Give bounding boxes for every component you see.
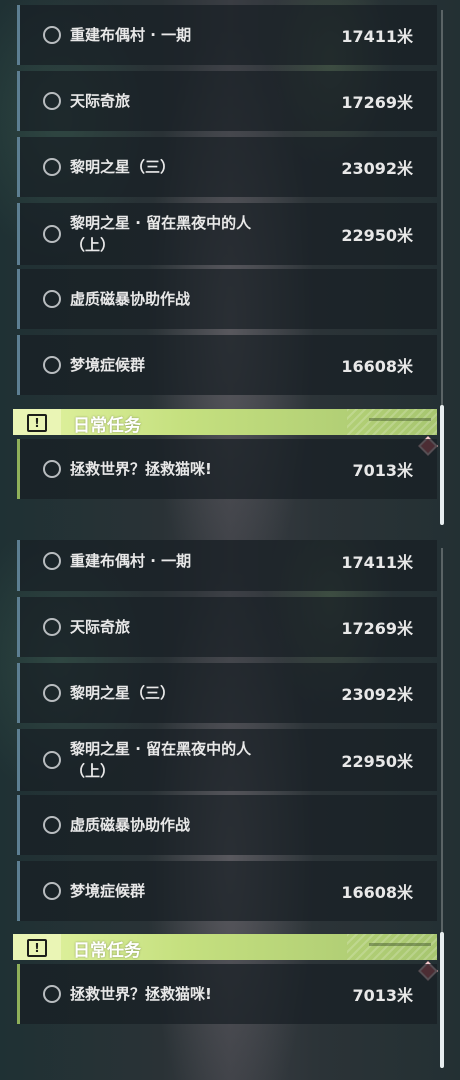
quest-distance: 17411米 (341, 553, 413, 572)
quest-list-panel: 重建布偶村 · 一期 17411米 天际奇旅 17269米 黎明之星（三） 23… (0, 540, 460, 1080)
quest-item[interactable]: 重建布偶村 · 一期 17411米 (17, 5, 437, 65)
radio-circle-icon[interactable] (43, 290, 61, 308)
quest-distance: 16608米 (341, 883, 413, 902)
quest-item[interactable]: 天际奇旅 17269米 (17, 597, 437, 657)
radio-circle-icon[interactable] (43, 356, 61, 374)
radio-circle-icon[interactable] (43, 985, 61, 1003)
quest-distance: 7013米 (352, 461, 413, 480)
scrollbar-thumb[interactable] (440, 932, 444, 1068)
header-stripe-decoration (347, 409, 437, 435)
header-fine-print-decoration (369, 943, 431, 946)
radio-circle-icon[interactable] (43, 460, 61, 478)
quest-item[interactable]: 重建布偶村 · 一期 17411米 (17, 540, 437, 591)
section-title: 日常任务 (73, 941, 141, 961)
quest-distance: 17411米 (341, 27, 413, 46)
daily-quest-item[interactable]: 拯救世界？拯救猫咪! 7013米 (17, 439, 437, 499)
exclamation-box-icon: ! (13, 934, 61, 960)
quest-title: 天际奇旅 (70, 618, 131, 636)
quest-title: 黎明之星 · 留在黑夜中的人（上） (70, 214, 252, 254)
quest-item[interactable]: 梦境症候群 16608米 (17, 335, 437, 395)
quest-item[interactable]: 黎明之星 · 留在黑夜中的人（上） 22950米 (17, 729, 437, 791)
quest-item[interactable]: 黎明之星（三） 23092米 (17, 137, 437, 197)
radio-circle-icon[interactable] (43, 552, 61, 570)
quest-title: 拯救世界？拯救猫咪! (70, 985, 212, 1003)
quest-title: 重建布偶村 · 一期 (70, 552, 192, 570)
daily-section-header[interactable]: ! 日常任务 (13, 409, 437, 436)
quest-title: 梦境症候群 (70, 356, 146, 374)
radio-circle-icon[interactable] (43, 816, 61, 834)
quest-distance: 22950米 (341, 226, 413, 245)
radio-circle-icon[interactable] (43, 158, 61, 176)
quest-title: 重建布偶村 · 一期 (70, 26, 192, 44)
quest-title: 虚质磁暴协助作战 (70, 816, 191, 834)
quest-title: 天际奇旅 (70, 92, 131, 110)
quest-title: 拯救世界？拯救猫咪! (70, 460, 212, 478)
radio-circle-icon[interactable] (43, 26, 61, 44)
quest-distance: 23092米 (341, 685, 413, 704)
header-stripe-decoration (347, 934, 437, 960)
radio-circle-icon[interactable] (43, 751, 61, 769)
quest-title: 黎明之星 · 留在黑夜中的人（上） (70, 740, 252, 780)
quest-distance: 17269米 (341, 619, 413, 638)
quest-distance: 23092米 (341, 159, 413, 178)
quest-item[interactable]: 黎明之星（三） 23092米 (17, 663, 437, 723)
quest-distance: 16608米 (341, 357, 413, 376)
daily-section-header[interactable]: ! 日常任务 (13, 934, 437, 961)
quest-title: 虚质磁暴协助作战 (70, 290, 191, 308)
quest-item[interactable]: 天际奇旅 17269米 (17, 71, 437, 131)
quest-title: 黎明之星（三） (70, 684, 176, 702)
quest-item[interactable]: 虚质磁暴协助作战 (17, 269, 437, 329)
scrollbar-thumb[interactable] (440, 405, 444, 525)
quest-list-panel: 重建布偶村 · 一期 17411米 天际奇旅 17269米 黎明之星（三） 23… (0, 0, 460, 540)
daily-quest-item[interactable]: 拯救世界？拯救猫咪! 7013米 (17, 964, 437, 1024)
quest-item[interactable]: 黎明之星 · 留在黑夜中的人（上） 22950米 (17, 203, 437, 265)
radio-circle-icon[interactable] (43, 225, 61, 243)
quest-distance: 17269米 (341, 93, 413, 112)
quest-item[interactable]: 虚质磁暴协助作战 (17, 795, 437, 855)
quest-title: 黎明之星（三） (70, 158, 176, 176)
radio-circle-icon[interactable] (43, 882, 61, 900)
radio-circle-icon[interactable] (43, 618, 61, 636)
quest-title: 梦境症候群 (70, 882, 146, 900)
radio-circle-icon[interactable] (43, 684, 61, 702)
quest-distance: 7013米 (352, 986, 413, 1005)
header-fine-print-decoration (369, 418, 431, 421)
exclamation-box-icon: ! (13, 409, 61, 435)
section-title: 日常任务 (73, 416, 141, 436)
quest-distance: 22950米 (341, 752, 413, 771)
radio-circle-icon[interactable] (43, 92, 61, 110)
quest-item[interactable]: 梦境症候群 16608米 (17, 861, 437, 921)
